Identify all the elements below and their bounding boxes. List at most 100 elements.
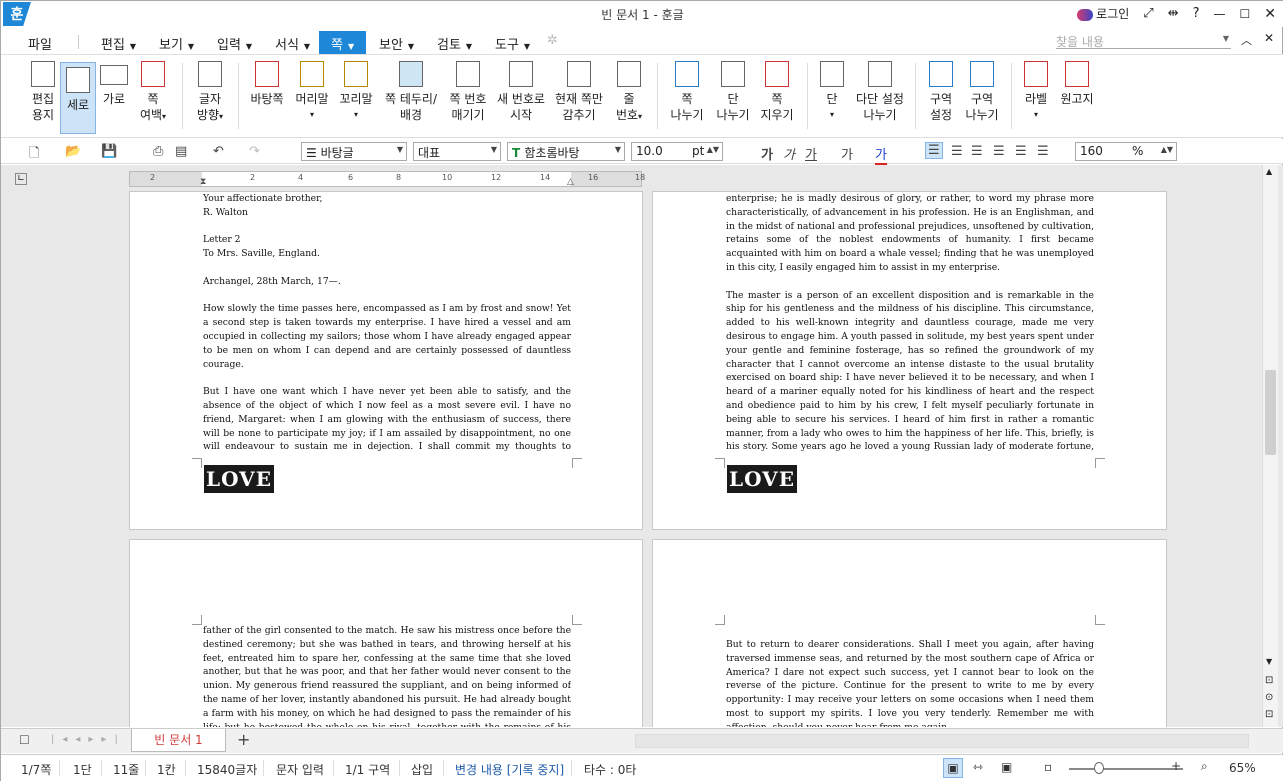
menu-tools[interactable]: 도구 ▼ [485,31,540,56]
split-align-icon[interactable]: ☰ [1037,144,1049,159]
page-border-button[interactable]: 쪽 테두리/배경 [383,61,439,123]
bold-button[interactable]: 가 [761,144,773,163]
menu-insert[interactable]: 입력 ▼ [207,31,262,56]
page-break-button[interactable]: 쪽 나누기 [667,61,707,123]
page-nav-icon[interactable]: ⊙ [1265,692,1273,703]
columns-button[interactable]: 단 ▾ [815,61,849,123]
undo-icon[interactable]: ↶ [213,144,224,159]
edit-paper-button[interactable]: 편집 용지 [25,61,61,123]
fullscreen-icon[interactable]: ⤢ [1143,6,1153,21]
open-folder-icon[interactable]: 📂 [65,144,81,159]
layout-icon[interactable]: ⇹ [1168,6,1179,21]
maximize-icon[interactable]: ☐ [1240,7,1251,21]
fit-view-icon[interactable]: ▣ [1001,760,1012,774]
close-icon[interactable]: ✕ [1264,6,1276,22]
font-size-field[interactable]: 10.0 pt ▲▼ [631,142,723,161]
redo-icon[interactable]: ↷ [249,144,260,159]
page-margin-button[interactable]: 쪽 여백▾ [135,61,171,125]
scrollbar-thumb[interactable] [1265,370,1276,455]
page-text[interactable]: But to return to dearer considerations. … [726,638,1094,727]
scroll-down-icon[interactable]: ▼ [1266,657,1272,666]
page-text[interactable]: father of the girl consented to the matc… [203,624,571,727]
normal-view-icon[interactable]: ▣ [943,758,963,778]
status-insert[interactable]: 삽입 [411,761,433,778]
underline-button[interactable]: 가 [805,144,817,163]
magnifier-icon[interactable]: ⌕ [1201,759,1208,774]
menu-page[interactable]: 쪽 ▼ [319,31,367,56]
distribute-icon[interactable]: ☰ [1015,144,1027,159]
background-page-button[interactable]: 바탕쪽 [247,61,287,107]
manuscript-button[interactable]: 원고지 [1057,61,1097,107]
login-button[interactable]: 로그인 [1077,5,1129,22]
language-select[interactable]: 대표 ▼ [413,142,501,161]
scroll-up-icon[interactable]: ▲ [1266,167,1272,176]
menu-format[interactable]: 서식 ▼ [265,31,320,56]
horizontal-ruler[interactable]: 2 2 4 6 8 10 12 14 16 18 ⧗ △ [129,171,645,187]
new-number-button[interactable]: 새 번호로 시작 [495,61,547,123]
zoom-slider-thumb[interactable] [1094,762,1104,774]
memo-icon[interactable]: ☐ [19,733,30,747]
preview-icon[interactable]: ▤ [175,144,187,159]
tab-document[interactable]: 빈 문서 1 [131,729,226,752]
extension-icon[interactable]: ✲ [547,33,558,48]
vertical-scrollbar[interactable]: ▲ ▼ ⊡ ⊙ ⊡ [1262,165,1278,727]
column-break-button[interactable]: 단 나누기 [711,61,755,123]
section-break-button[interactable]: 구역 나누기 [963,61,1001,123]
font-select[interactable]: T 함초롬바탕 ▼ [507,142,625,161]
love-image[interactable]: LOVE [204,465,274,493]
multi-column-button[interactable]: 다단 설정 나누기 [853,61,907,123]
status-input-mode[interactable]: 문자 입력 [276,761,324,778]
page[interactable]: father of the girl consented to the matc… [129,539,643,727]
add-tab-button[interactable]: + [237,730,250,749]
page[interactable]: enterprise; he is madly desirous of glor… [652,191,1167,530]
close-doc-icon[interactable]: ✕ [1264,31,1274,45]
page[interactable]: Your affectionate brother, R. Walton Let… [129,191,643,530]
menu-view[interactable]: 보기 ▼ [149,31,204,56]
menu-security[interactable]: 보안 ▼ [369,31,424,56]
footer-button[interactable]: 꼬리말 ▾ [337,61,375,123]
align-center-icon[interactable]: ☰ [971,144,983,159]
page[interactable]: But to return to dearer considerations. … [652,539,1167,727]
portrait-button[interactable]: 세로 [60,62,96,134]
align-justify-icon[interactable]: ☰ [925,142,943,159]
print-icon[interactable]: ⎙ [153,144,163,159]
italic-button[interactable]: 가 [783,144,795,163]
status-page[interactable]: 1/7쪽 [21,761,51,778]
section-setting-button[interactable]: 구역 설정 [923,61,959,123]
tab-scroll-icon[interactable]: |◂◂▸▸| [51,734,126,745]
right-indent-icon[interactable]: △ [567,177,574,187]
page-text[interactable]: Your affectionate brother, R. Walton Let… [203,192,571,454]
page-text[interactable]: enterprise; he is madly desirous of glor… [726,192,1094,454]
align-left-icon[interactable]: ☰ [951,144,963,159]
line-number-button[interactable]: 줄 번호▾ [611,61,647,125]
search-input[interactable]: 찾을 내용 ▼ [1056,33,1231,49]
indent-marker-icon[interactable]: ⧗ [200,177,206,187]
zoom-fit-icon[interactable]: ▫ [1044,760,1052,774]
strikethrough-button[interactable]: 가 [841,144,853,163]
horizontal-scrollbar[interactable] [635,734,1249,748]
font-color-button[interactable]: 가 [875,144,887,165]
zoom-field[interactable]: 160% ▲▼ [1075,142,1177,161]
text-direction-button[interactable]: 글자 방향▾ [192,61,228,125]
status-track-changes[interactable]: 변경 내용 [기록 중지] [455,761,564,778]
love-image[interactable]: LOVE [727,465,797,493]
align-right-icon[interactable]: ☰ [993,144,1005,159]
tab-stop-icon[interactable]: ∟ [15,173,27,185]
menu-review[interactable]: 검토 ▼ [427,31,482,56]
hide-page-button[interactable]: 현재 쪽만 감추기 [551,61,607,123]
page-numbering-button[interactable]: 쪽 번호 매기기 [443,61,493,123]
label-button[interactable]: 라벨 ▾ [1019,61,1053,123]
header-button[interactable]: 머리말 ▾ [293,61,331,123]
minimize-icon[interactable]: — [1214,7,1226,21]
menu-file[interactable]: 파일 [18,31,62,56]
save-icon[interactable]: 💾 [101,144,117,159]
page-delete-button[interactable]: 쪽 지우기 [757,61,797,123]
help-icon[interactable]: ? [1193,6,1200,21]
collapse-ribbon-icon[interactable]: ︿ [1241,32,1252,48]
zoom-slider[interactable] [1069,768,1183,770]
page-down-icon[interactable]: ⊡ [1265,709,1273,720]
document-workspace[interactable]: ∟ 2 2 4 6 8 10 12 14 16 18 ⧗ △ Your affe… [1,165,1283,727]
landscape-button[interactable]: 가로 [97,61,131,107]
menu-edit[interactable]: 편집 ▼ [91,31,146,56]
page-up-icon[interactable]: ⊡ [1265,675,1273,686]
